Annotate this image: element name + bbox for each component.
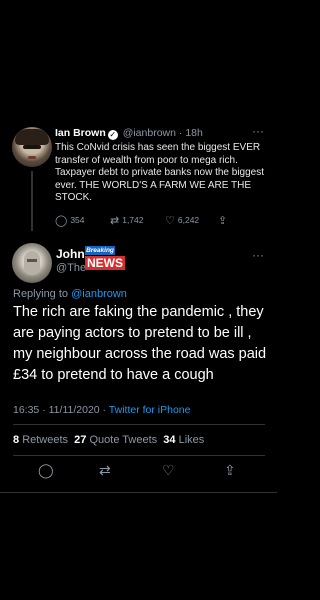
heart-icon: ♡ (165, 215, 175, 227)
avatar-eyes (23, 145, 41, 149)
breaking-news-badge: Breaking NEWS (85, 246, 125, 270)
divider (0, 492, 277, 493)
main-author-name[interactable]: John (56, 247, 85, 261)
thread-line (31, 171, 33, 231)
quote-tweets-count: 27 (74, 434, 87, 446)
parent-like-count: 6,242 (177, 215, 200, 225)
parent-author-handle[interactable]: @ianbrown (123, 127, 176, 139)
retweets-count: 8 (13, 434, 20, 446)
retweets-stat[interactable]: 8 Retweets (13, 434, 68, 446)
tweet-date[interactable]: 11/11/2020 (49, 404, 100, 416)
divider (13, 424, 265, 425)
parent-tweet-time[interactable]: 18h (185, 127, 203, 139)
parent-retweet-button[interactable]: ⇄ 1,742 (110, 214, 144, 227)
share-icon: ⇪ (218, 215, 228, 227)
likes-count: 34 (163, 434, 176, 446)
main-tweet-actions: ◯ ⇄ ♡ ⇪ (0, 462, 277, 480)
avatar-john[interactable] (12, 243, 52, 283)
reply-icon[interactable]: ◯ (38, 462, 54, 479)
avatar-eyes (27, 259, 37, 262)
avatar-hair (15, 129, 49, 145)
avatar-ian-brown[interactable] (12, 127, 52, 167)
tweet-client[interactable]: Twitter for iPhone (109, 404, 191, 416)
engagement-stats: 8 Retweets 27 Quote Tweets 34 Likes (13, 434, 204, 446)
verified-badge-icon: ✓ (107, 130, 118, 140)
divider (13, 455, 265, 456)
replying-prefix: Replying to (13, 288, 69, 300)
parent-reply-button[interactable]: ◯ 354 (55, 214, 85, 227)
parent-author-name[interactable]: Ian Brown (55, 127, 106, 139)
parent-retweet-count: 1,742 (122, 215, 144, 225)
replying-to-handle[interactable]: @ianbrown (71, 288, 127, 300)
parent-tweet-text: This CoNvid crisis has seen the biggest … (55, 142, 265, 203)
main-tweet-text: The rich are faking the pandemic , they … (13, 304, 267, 383)
retweets-label: Retweets (22, 434, 69, 446)
heart-icon[interactable]: ♡ (162, 462, 175, 479)
quote-tweets-stat[interactable]: 27 Quote Tweets (74, 434, 157, 446)
share-icon[interactable]: ⇪ (224, 462, 236, 479)
tweet-time[interactable]: 16:35 (13, 404, 39, 416)
badge-news-label: NEWS (85, 256, 125, 270)
parent-share-button[interactable]: ⇪ (218, 214, 230, 227)
main-author-handle[interactable]: @The (56, 262, 86, 274)
avatar-head (24, 251, 40, 275)
more-icon[interactable]: ··· (252, 248, 264, 262)
likes-label: Likes (178, 434, 205, 446)
more-icon[interactable]: ··· (252, 124, 264, 138)
dot-separator: · (42, 404, 46, 416)
parent-like-button[interactable]: ♡ 6,242 (165, 214, 199, 227)
retweet-icon[interactable]: ⇄ (99, 462, 111, 479)
tweet-metadata: 16:35 · 11/11/2020 · Twitter for iPhone (13, 404, 190, 416)
retweet-icon: ⇄ (110, 215, 120, 227)
likes-stat[interactable]: 34 Likes (163, 434, 204, 446)
parent-tweet-header: Ian Brown ✓ @ianbrown · 18h (55, 127, 203, 140)
replying-to-line: Replying to @ianbrown (13, 288, 127, 300)
avatar-mouth (28, 156, 36, 159)
reply-icon: ◯ (55, 215, 68, 227)
quote-tweets-label: Quote Tweets (89, 434, 158, 446)
parent-reply-count: 354 (70, 215, 85, 225)
dot-separator: · (178, 127, 183, 139)
badge-breaking-label: Breaking (85, 246, 115, 255)
dot-separator: · (102, 404, 107, 416)
